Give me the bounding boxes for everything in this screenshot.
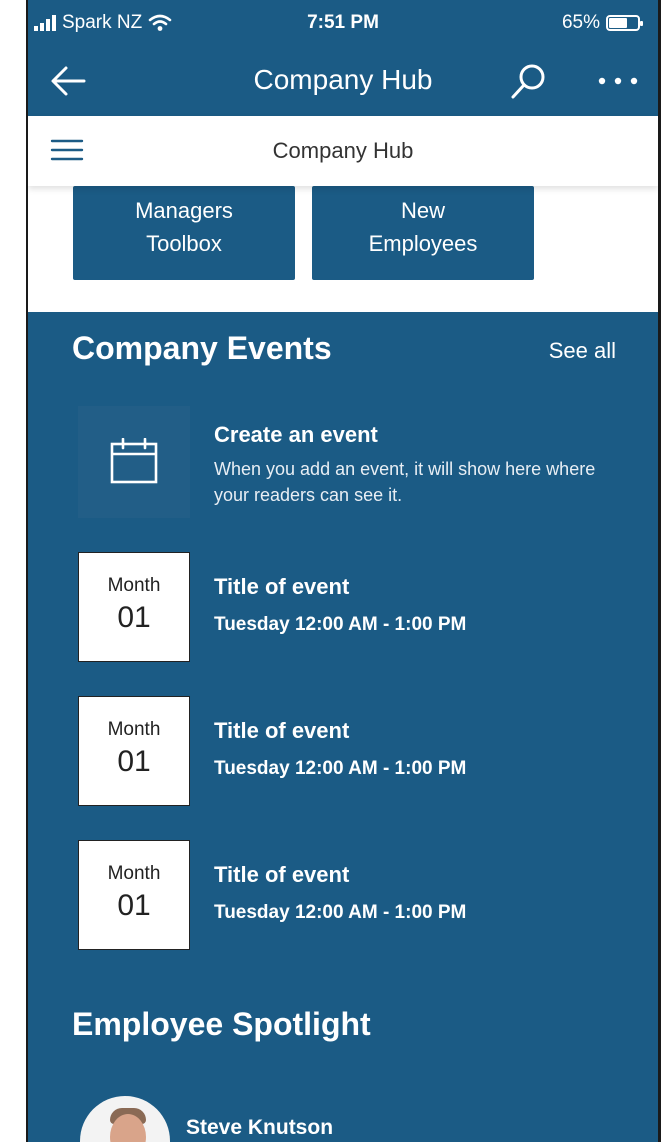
app-title: Company Hub	[253, 64, 433, 95]
battery-icon	[606, 15, 643, 31]
event-item[interactable]: Month 01 Title of event Tuesday 12:00 AM…	[78, 552, 638, 662]
event-day: 01	[117, 889, 151, 922]
status-bar: Spark NZ 7:51 PM 65%	[28, 0, 658, 46]
quick-link-new-employees[interactable]: New Employees	[312, 186, 534, 280]
quick-link-line: New	[400, 198, 445, 223]
battery-percent: 65%	[561, 12, 600, 33]
event-day: 01	[117, 601, 151, 634]
event-title: Title of event	[214, 574, 350, 599]
spotlight-section-title: Employee Spotlight	[72, 1006, 371, 1042]
quick-link-line: Employees	[368, 231, 478, 256]
search-icon[interactable]	[508, 60, 550, 102]
event-time: Tuesday 12:00 AM - 1:00 PM	[214, 902, 467, 923]
avatar	[80, 1096, 170, 1142]
app-header: Company Hub	[28, 46, 658, 116]
phone-screen: Spark NZ 7:51 PM 65% Company Hub Company…	[28, 0, 658, 1142]
event-day: 01	[117, 745, 151, 778]
site-header: Company Hub	[28, 116, 658, 186]
frame-right	[658, 0, 672, 1142]
event-date-box: Month 01	[78, 840, 190, 950]
quick-link-managers-toolbox[interactable]: Managers Toolbox	[73, 186, 295, 280]
employee-spotlight-section: Employee Spotlight Steve Knutson	[28, 992, 658, 1142]
event-time: Tuesday 12:00 AM - 1:00 PM	[214, 614, 467, 635]
event-item[interactable]: Month 01 Title of event Tuesday 12:00 AM…	[78, 696, 638, 806]
create-event-item[interactable]: Create an event When you add an event, i…	[78, 406, 638, 518]
battery-fill	[609, 18, 628, 28]
company-events-section: Company Events See all Create an event W…	[28, 312, 658, 992]
event-item[interactable]: Month 01 Title of event Tuesday 12:00 AM…	[78, 840, 638, 950]
create-event-title: Create an event	[214, 422, 378, 447]
status-right: 65%	[561, 12, 643, 34]
events-section-title: Company Events	[72, 330, 332, 366]
event-month: Month	[107, 575, 161, 596]
calendar-icon	[110, 438, 158, 484]
quick-links: Managers Toolbox New Employees	[28, 186, 658, 312]
event-date-box: Month 01	[78, 696, 190, 806]
event-time: Tuesday 12:00 AM - 1:00 PM	[214, 758, 467, 779]
event-date-box: Month 01	[78, 552, 190, 662]
create-event-description: When you add an event, it will show here…	[214, 459, 596, 505]
event-month: Month	[107, 719, 161, 740]
quick-link-line: Managers	[135, 198, 233, 223]
event-month: Month	[107, 863, 161, 884]
create-event-tile	[78, 406, 190, 518]
more-icon[interactable]	[594, 64, 642, 98]
site-title: Company Hub	[272, 138, 414, 163]
quick-link-line: Toolbox	[146, 231, 222, 256]
event-title: Title of event	[214, 862, 350, 887]
person-name: Steve Knutson	[186, 1116, 334, 1139]
frame-left	[0, 0, 28, 1142]
see-all-link[interactable]: See all	[549, 338, 616, 364]
event-title: Title of event	[214, 718, 350, 743]
